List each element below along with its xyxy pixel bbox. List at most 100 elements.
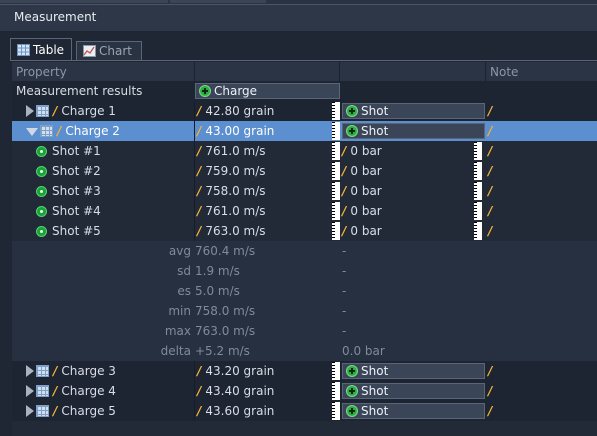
charge-value[interactable]: 42.80 grain [205, 104, 274, 118]
charge-row-selected[interactable]: / Charge 2 / 43.00 grain Shot / [12, 121, 597, 141]
edit-slash-icon: / [53, 364, 58, 378]
shot-pressure[interactable]: 0 bar [350, 224, 381, 238]
shot-velocity[interactable]: 761.0 m/s [205, 144, 265, 158]
note-edit-icon[interactable]: / [488, 164, 492, 178]
shot-pressure[interactable]: 0 bar [350, 164, 381, 178]
edit-slash-icon: / [57, 124, 62, 138]
stat-label: min [168, 304, 191, 318]
stat-extra: - [342, 304, 347, 318]
charge-label: Charge 1 [61, 104, 116, 118]
results-label: Measurement results [16, 84, 143, 98]
charge-row[interactable]: / Charge 5 / 43.60 grain Shot / [12, 401, 597, 421]
tab-table-label: Table [33, 43, 65, 57]
add-icon [346, 385, 358, 397]
collapse-arrow-icon[interactable] [26, 128, 38, 136]
shot-status-icon [36, 185, 47, 197]
add-icon [346, 405, 358, 417]
add-shot-button[interactable]: Shot [342, 403, 485, 419]
note-edit-icon[interactable]: / [488, 104, 492, 118]
ruler-icon [332, 122, 340, 140]
shot-row[interactable]: Shot #2 /759.0 m/s /0 bar / [12, 161, 597, 181]
shot-label: Shot #2 [52, 164, 101, 178]
expand-arrow-icon[interactable] [26, 405, 34, 417]
tab-table[interactable]: Table [10, 38, 72, 61]
add-shot-button[interactable]: Shot [342, 363, 485, 379]
add-icon [346, 105, 358, 117]
ruler-icon [332, 162, 340, 180]
top-strip-segment [170, 0, 266, 3]
tab-chart-label: Chart [99, 44, 132, 58]
stat-extra: - [342, 284, 347, 298]
expand-arrow-icon[interactable] [26, 105, 34, 117]
expand-arrow-icon[interactable] [26, 365, 34, 377]
ruler-icon [332, 102, 340, 120]
stat-value: 758.0 m/s [195, 304, 256, 318]
shot-row[interactable]: Shot #1 /761.0 m/s /0 bar / [12, 141, 597, 161]
shot-label: Shot #5 [52, 224, 101, 238]
stat-row: es 5.0 m/s - [12, 281, 597, 301]
edit-slash-icon: / [197, 364, 202, 378]
charge-value[interactable]: 43.20 grain [205, 364, 274, 378]
note-edit-icon[interactable]: / [488, 404, 492, 418]
charge-value[interactable]: 43.40 grain [205, 384, 274, 398]
shot-row[interactable]: Shot #4 /761.0 m/s /0 bar / [12, 201, 597, 221]
ruler-icon [332, 202, 340, 220]
add-icon [199, 85, 211, 97]
shot-row[interactable]: Shot #5 /763.0 m/s /0 bar / [12, 221, 597, 241]
shot-velocity[interactable]: 758.0 m/s [205, 184, 265, 198]
table-icon [36, 385, 49, 397]
edit-slash-icon: / [197, 184, 202, 198]
charge-row[interactable]: / Charge 3 / 43.20 grain Shot / [12, 361, 597, 381]
add-icon [346, 125, 358, 137]
stat-value: +5.2 m/s [195, 344, 250, 358]
edit-slash-icon: / [197, 144, 202, 158]
measurement-results-row: Measurement results Charge [12, 81, 597, 101]
ruler-icon [332, 142, 340, 160]
add-shot-label: Shot [361, 384, 389, 398]
tab-divider [10, 60, 597, 61]
note-edit-icon[interactable]: / [488, 364, 492, 378]
charge-value[interactable]: 43.60 grain [205, 404, 274, 418]
charge-label: Charge 5 [61, 404, 116, 418]
charge-value[interactable]: 43.00 grain [205, 124, 274, 138]
note-edit-icon[interactable]: / [488, 124, 492, 138]
shot-velocity[interactable]: 763.0 m/s [205, 224, 265, 238]
header-note[interactable]: Note [486, 62, 597, 82]
shot-pressure[interactable]: 0 bar [350, 144, 381, 158]
shot-label: Shot #3 [52, 184, 101, 198]
ruler-icon [332, 182, 340, 200]
edit-slash-icon: / [197, 224, 202, 238]
tab-chart[interactable]: Chart [76, 41, 142, 60]
stat-value: 760.4 m/s [195, 244, 256, 258]
shot-row[interactable]: Shot #3 /758.0 m/s /0 bar / [12, 181, 597, 201]
note-edit-icon[interactable]: / [488, 384, 492, 398]
add-shot-button[interactable]: Shot [342, 383, 485, 399]
add-charge-button[interactable]: Charge [195, 83, 340, 99]
stat-label: delta [160, 344, 191, 358]
ruler-icon [474, 162, 482, 180]
header-col-3[interactable] [340, 62, 486, 82]
note-edit-icon[interactable]: / [488, 144, 492, 158]
charge-row[interactable]: / Charge 4 / 43.40 grain Shot / [12, 381, 597, 401]
note-edit-icon[interactable]: / [488, 224, 492, 238]
shot-pressure[interactable]: 0 bar [350, 184, 381, 198]
top-strip-segment [0, 0, 168, 3]
ruler-icon [332, 362, 340, 380]
ruler-icon [474, 222, 482, 240]
add-shot-button[interactable]: Shot [342, 123, 485, 139]
expand-arrow-icon[interactable] [26, 385, 34, 397]
charge-label: Charge 2 [65, 124, 120, 138]
shot-velocity[interactable]: 759.0 m/s [205, 164, 265, 178]
note-edit-icon[interactable]: / [488, 184, 492, 198]
shot-pressure[interactable]: 0 bar [350, 204, 381, 218]
shot-velocity[interactable]: 761.0 m/s [205, 204, 265, 218]
edit-slash-icon: / [197, 384, 202, 398]
stat-value: 5.0 m/s [195, 284, 240, 298]
header-col-2[interactable] [195, 62, 340, 82]
add-shot-button[interactable]: Shot [342, 103, 485, 119]
grid-empty-area [12, 421, 597, 436]
charge-row[interactable]: / Charge 1 / 42.80 grain Shot / [12, 101, 597, 121]
shot-label: Shot #4 [52, 204, 101, 218]
header-property[interactable]: Property [12, 62, 195, 82]
note-edit-icon[interactable]: / [488, 204, 492, 218]
